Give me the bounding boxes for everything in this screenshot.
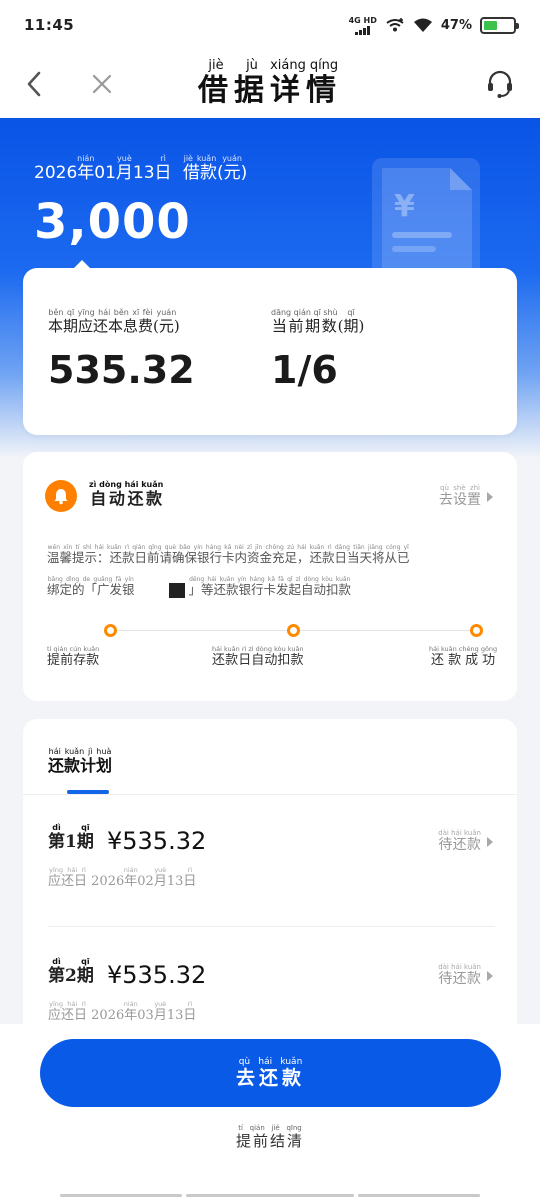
status-time: 11:45 — [24, 16, 75, 34]
gesture-bar — [186, 1194, 354, 1197]
current-period-value: 1/6 — [271, 348, 338, 392]
autopay-tip: 温馨提示：还款日前请确保银行卡内资金充足，还款日当天将从已wēn xīn tí … — [47, 544, 410, 598]
step-dot — [470, 624, 483, 637]
page-title: 借jiè据jù详xiáng情qíng — [198, 58, 342, 108]
step-label-deposit: 提前存款tí qián cún kuǎn — [47, 645, 100, 668]
current-due-amount: 535.32 — [48, 348, 195, 392]
wifi-calling-icon — [386, 18, 404, 32]
step-label-success: 还款成功hái kuǎn chéng gōng — [429, 645, 498, 668]
status-icons: 4G HD 47% — [349, 16, 519, 35]
headset-icon — [488, 70, 512, 98]
due-date: 应还日yīng hái rì 2026年nián03月yuè13日rì — [48, 1000, 197, 1023]
close-button[interactable] — [78, 60, 126, 108]
divider — [48, 926, 495, 927]
loan-date-label: 2026年nián01月yuè13日rì 借款jiè kuǎn(元)yuán — [34, 154, 248, 183]
chevron-right-icon — [487, 836, 493, 847]
masked-bank-name — [168, 583, 185, 598]
svg-text:¥: ¥ — [394, 189, 415, 224]
status-bar: 11:45 4G HD 47% — [0, 0, 540, 50]
period-label: 第dì2期qī — [48, 957, 94, 986]
period-label: 第dì1期qī — [48, 823, 94, 852]
cellular-signal-icon: 4G HD — [349, 16, 377, 35]
chevron-right-icon — [487, 491, 493, 502]
status-pending: 待还款dài hái kuǎn — [438, 829, 493, 854]
divider — [23, 794, 517, 795]
step-label-auto-deduct: 还款日自动扣款hái kuǎn rì zì dòng kòu kuǎn — [212, 645, 304, 668]
gesture-bar — [60, 1194, 182, 1197]
early-settle-link[interactable]: 提前结清tí qián jié qīng — [0, 1124, 540, 1151]
battery-level — [484, 20, 498, 30]
repayment-plan-card: 还款计划hái kuǎn jì huà 第dì1期qī ¥535.32 应还日y… — [23, 719, 517, 1049]
go-repay-button[interactable]: 去还款qù hái kuǎn — [40, 1039, 501, 1107]
period-amount: ¥535.32 — [107, 827, 207, 855]
current-period-label: 当前期数dāng qián qī shù(期)qī — [271, 308, 365, 335]
bottom-action-bar: 去还款qù hái kuǎn 提前结清tí qián jié qīng — [0, 1024, 540, 1200]
header: 借jiè据jù详xiáng情qíng — [0, 50, 540, 118]
autopay-card: 自动还款zì dòng hái kuǎn 去设置qù shè zhì 温馨提示：… — [23, 452, 517, 701]
yuan-document-icon: ¥ — [382, 168, 472, 270]
close-icon — [92, 74, 112, 94]
customer-service-button[interactable] — [476, 60, 524, 108]
autopay-title: 自动还款zì dòng hái kuǎn — [89, 480, 164, 508]
loan-amount: 3,000 — [34, 194, 191, 250]
current-due-column: 本期应还本息费běn qī yīng hái běn xī fèi(元)yuán… — [48, 308, 195, 392]
autopay-steps: 提前存款tí qián cún kuǎn 还款日自动扣款hái kuǎn rì … — [47, 622, 498, 682]
battery-icon — [480, 16, 519, 34]
document-illustration: ¥ — [372, 158, 480, 278]
current-due-label: 本期应还本息费běn qī yīng hái běn xī fèi(元)yuán — [48, 308, 180, 335]
bell-icon — [45, 480, 77, 512]
battery-percent: 47% — [440, 17, 472, 33]
go-setting-link[interactable]: 去设置qù shè zhì — [439, 484, 493, 509]
period-amount: ¥535.32 — [107, 961, 207, 989]
plan-row-period-1[interactable]: 第dì1期qī ¥535.32 应还日yīng hái rì 2026年nián… — [23, 819, 517, 949]
current-period-column: 当前期数dāng qián qī shù(期)qī 1/6 — [271, 308, 364, 392]
gesture-bar — [358, 1194, 480, 1197]
back-arrow-icon — [27, 71, 41, 97]
repayment-summary-card: 本期应还本息费běn qī yīng hái běn xī fèi(元)yuán… — [23, 260, 517, 435]
step-dot — [287, 624, 300, 637]
wifi-icon — [413, 18, 432, 32]
tab-repayment-plan[interactable]: 还款计划hái kuǎn jì huà — [48, 747, 112, 776]
step-dot — [104, 624, 117, 637]
network-label: 4G HD — [348, 15, 377, 25]
due-date: 应还日yīng hái rì 2026年nián02月yuè13日rì — [48, 866, 197, 889]
back-button[interactable] — [10, 60, 58, 108]
status-pending: 待还款dài hái kuǎn — [438, 963, 493, 988]
chevron-right-icon — [487, 970, 493, 981]
